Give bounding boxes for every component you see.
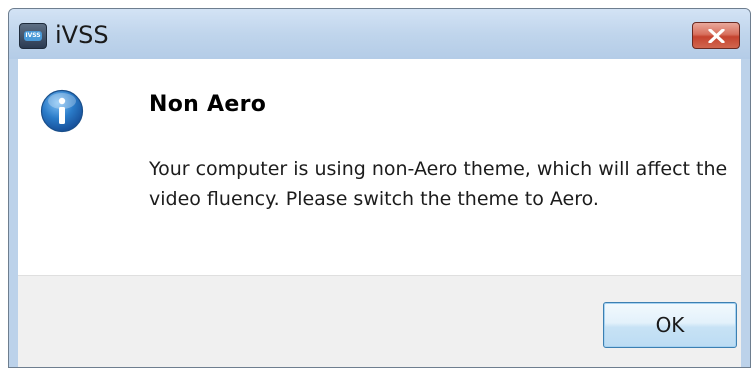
info-icon — [40, 89, 84, 133]
button-bar: OK — [18, 275, 741, 367]
close-button[interactable] — [692, 22, 740, 49]
app-icon: IVSS — [19, 23, 47, 49]
dialog-content: Non Aero Your computer is using non-Aero… — [18, 59, 741, 367]
dialog-heading: Non Aero — [149, 92, 267, 117]
app-icon-glyph: IVSS — [24, 31, 42, 41]
title-bar[interactable]: IVSS iVSS — [9, 9, 750, 59]
dialog-message: Your computer is using non-Aero theme, w… — [149, 158, 728, 210]
window-title: iVSS — [55, 21, 109, 49]
ok-button[interactable]: OK — [603, 302, 737, 348]
dialog-window: IVSS iVSS Non Aero Your computer is usin… — [8, 8, 751, 368]
close-icon — [708, 29, 725, 43]
